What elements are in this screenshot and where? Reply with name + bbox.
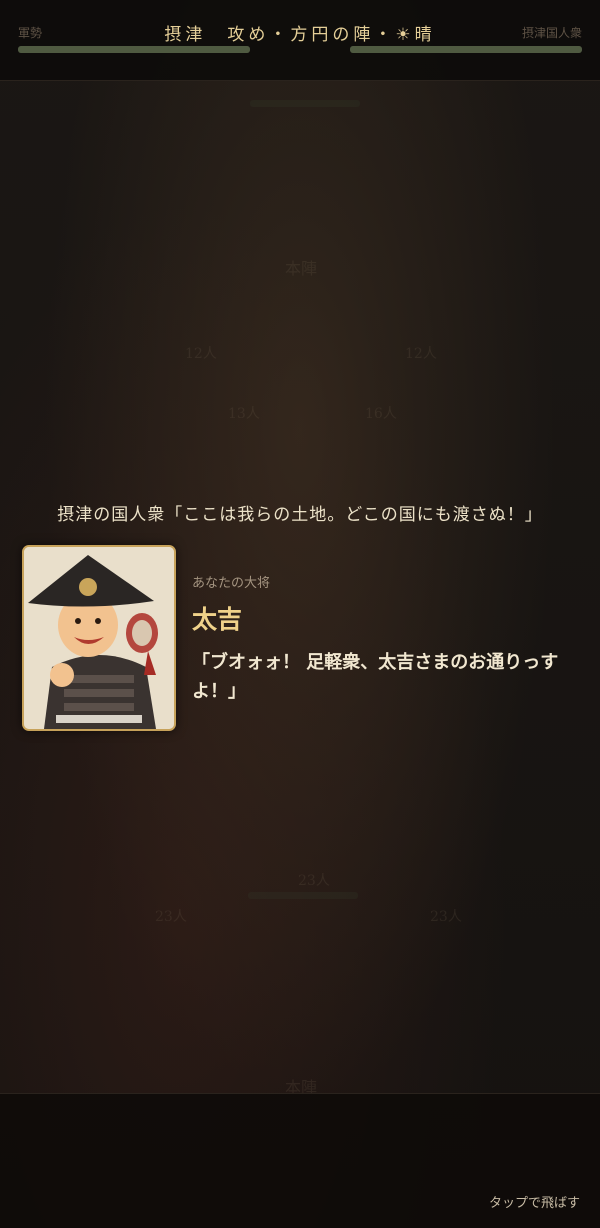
battle-header: 軍勢 摂津国人衆 摂津 攻め・方円の陣・☀晴 <box>0 0 600 81</box>
unit-count: 12人 <box>405 346 437 362</box>
enemy-strength-bar <box>350 46 582 53</box>
commander-caption: あなたの大将 <box>192 576 271 591</box>
unit-count: 12人 <box>185 346 217 362</box>
commander-portrait <box>22 545 176 731</box>
unit-count: 16人 <box>365 406 397 422</box>
unit-count: 23人 <box>430 909 462 925</box>
enemy-hp-bar <box>250 100 360 107</box>
unit-count: 23人 <box>298 873 330 889</box>
enemy-speech: 摂津の国人衆「ここは我らの土地。どこの国にも渡さぬ！」 <box>57 505 543 525</box>
dialog-overlay[interactable]: 摂津の国人衆「ここは我らの土地。どこの国にも渡さぬ！」 あなたの大将 太吉 「ブ… <box>0 490 600 750</box>
battle-title: 摂津 攻め・方円の陣・☀晴 <box>164 25 436 45</box>
enemy-honjin-label: 本陣 <box>285 259 318 278</box>
skip-button[interactable]: タップで飛ばす <box>489 1192 580 1211</box>
commander-quote: 「ブオォォ！ 足軽衆、太吉さまのお通りっすよ！」 <box>192 652 559 702</box>
samurai-portrait-icon <box>24 547 174 729</box>
commander-name: 太吉 <box>192 605 243 634</box>
ally-hp-bar <box>248 892 358 899</box>
unit-count: 13人 <box>228 406 260 422</box>
unit-count: 23人 <box>155 909 187 925</box>
ally-strength-bar <box>18 46 250 53</box>
